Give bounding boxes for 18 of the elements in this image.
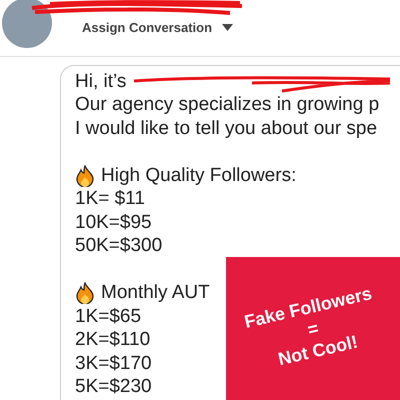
- message-text: I would like to tell you about our spe: [75, 118, 378, 140]
- message-text: High Quality Followers:: [101, 164, 296, 187]
- message-text: 1K=$65: [75, 306, 142, 328]
- fire-icon: [75, 164, 95, 187]
- message-text: 10K=$95: [75, 212, 152, 234]
- message-text: 50K=$300: [75, 235, 162, 258]
- avatar: [2, 0, 52, 48]
- message-text: 3K=$170: [75, 352, 152, 375]
- message-text: Monthly AUT: [101, 282, 210, 304]
- message-text: 1K= $11: [75, 188, 145, 210]
- fire-icon: [75, 282, 95, 304]
- caret-icon: [222, 24, 234, 31]
- assign-conversation-dropdown[interactable]: Assign Conversation: [82, 20, 234, 35]
- message-text: 5K=$230: [75, 376, 152, 398]
- message-text: Our agency specializes in growing p: [75, 94, 380, 116]
- message-text: 2K=$110: [75, 329, 150, 352]
- banner-text: =: [306, 318, 320, 340]
- message-text: Hi, it’s: [75, 70, 126, 93]
